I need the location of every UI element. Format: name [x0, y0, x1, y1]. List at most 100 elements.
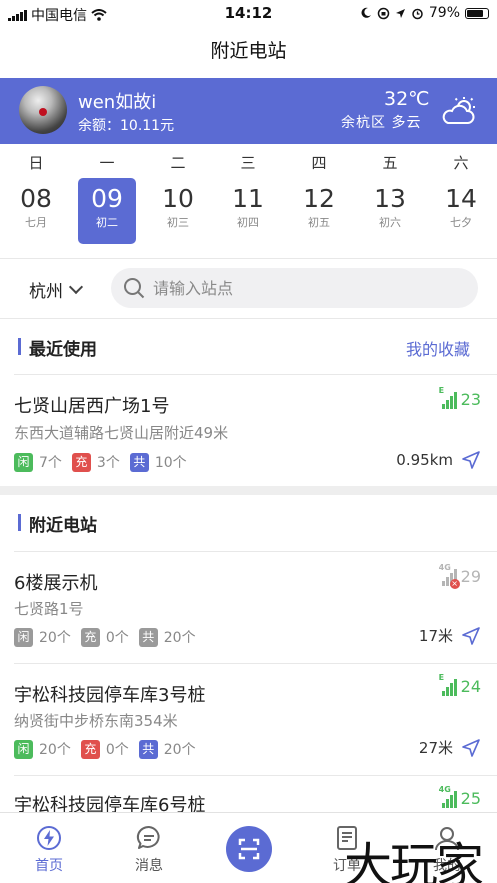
signal-value: 25 — [460, 789, 481, 808]
divider — [14, 663, 497, 664]
message-icon — [136, 825, 162, 851]
weekday-tue: 二 — [170, 154, 186, 172]
signal-bars-icon: E — [439, 673, 457, 696]
balance-text: 余额：10.11元 — [78, 118, 175, 134]
city-selector[interactable]: 杭州 — [29, 277, 84, 302]
signal-value: 23 — [460, 390, 481, 409]
lunar-date: 初五 — [308, 216, 330, 229]
scan-button[interactable] — [226, 826, 272, 872]
station-name: 宇松科技园停车库3号桩 — [14, 685, 206, 706]
idle-count: 20个 — [39, 630, 71, 646]
avatar[interactable] — [19, 86, 67, 134]
distance-text: 0.95km — [396, 451, 453, 469]
lunar-date: 初三 — [167, 216, 189, 229]
search-icon — [124, 278, 145, 299]
navigate-arrow-icon[interactable] — [461, 626, 481, 646]
day-number: 14 — [445, 184, 477, 213]
day-cell[interactable]: 11 初四 — [219, 178, 277, 244]
signal-bars-offline-icon: 4G × — [439, 563, 460, 589]
idle-tag: 闲 — [14, 627, 33, 647]
station-card[interactable]: 宇松科技园停车库6号桩 4G 25 — [0, 777, 497, 812]
offline-badge-icon: × — [449, 579, 460, 589]
station-address: 纳贤街中步桥东南354米 — [14, 712, 178, 730]
distance-text: 17米 — [418, 627, 453, 645]
day-number: 13 — [374, 184, 406, 213]
divider — [14, 551, 497, 552]
idle-count: 7个 — [39, 455, 62, 471]
shared-count: 20个 — [163, 742, 196, 758]
my-favorites-link[interactable]: 我的收藏 — [406, 336, 470, 360]
watermark-text: 大玩家 — [344, 838, 484, 883]
day-cell[interactable]: 14 七夕 — [432, 178, 490, 244]
battery-percent: 79% — [428, 5, 460, 21]
location-arrow-icon — [395, 8, 405, 18]
station-name: 6楼展示机 — [14, 573, 98, 594]
divider — [0, 258, 497, 259]
day-cell-selected[interactable]: 09 初二 — [78, 178, 136, 244]
scan-icon — [238, 838, 260, 860]
location-weather: 余杭区 多云 — [341, 115, 422, 131]
cloud-sun-icon — [442, 97, 475, 124]
weekday-thu: 四 — [311, 154, 327, 172]
station-address: 七贤路1号 — [14, 600, 84, 618]
station-address: 东西大道辅路七贤山居附近49米 — [14, 424, 229, 442]
weekday-sat: 六 — [453, 154, 469, 172]
day-cell[interactable]: 12 初五 — [290, 178, 348, 244]
charging-tag: 充 — [71, 452, 91, 472]
tab-home[interactable]: 首页 — [14, 813, 84, 875]
date-selector: 日 一 二 三 四 五 六 08 七月 09 初二 10 初三 11 初四 12 初五 1… — [0, 144, 497, 260]
shared-tag: 共 — [129, 452, 149, 472]
battery-icon — [465, 7, 489, 19]
city-label: 杭州 — [29, 282, 63, 302]
station-name: 七贤山居西广场1号 — [14, 396, 170, 417]
availability-tags: 闲 20个 充 0个 共 20个 — [14, 627, 200, 647]
station-card[interactable]: 宇松科技园停车库3号桩 纳贤街中步桥东南354米 闲 20个 充 0个 共 20个 E… — [0, 665, 497, 775]
day-number: 12 — [303, 184, 335, 213]
app-screen: { "status_bar": { "carrier": "中国电信", "ti… — [0, 0, 497, 883]
signal-indicator: 4G 25 — [439, 785, 481, 808]
day-number: 10 — [162, 184, 194, 213]
day-cell[interactable]: 10 初三 — [149, 178, 207, 244]
network-type: 4G — [438, 563, 451, 572]
status-right: 79% — [360, 5, 489, 21]
navigate-arrow-icon[interactable] — [461, 450, 481, 470]
search-input[interactable] — [153, 278, 453, 298]
station-card[interactable]: 6楼展示机 七贤路1号 闲 20个 充 0个 共 20个 4G × 29 17米 — [0, 553, 497, 663]
section-accent-bar — [18, 514, 21, 531]
signal-indicator: 4G × 29 — [439, 563, 481, 589]
network-type: 4G — [438, 785, 451, 794]
section-gap — [0, 486, 497, 495]
home-bolt-icon — [36, 825, 62, 851]
charging-tag: 充 — [80, 739, 100, 759]
weekday-wed: 三 — [240, 154, 256, 172]
station-card-recent[interactable]: 七贤山居西广场1号 东西大道辅路七贤山居附近49米 闲 7个 充 3个 共 10个 E… — [0, 376, 497, 486]
weekday-mon: 一 — [99, 154, 115, 172]
day-cell[interactable]: 13 初六 — [361, 178, 419, 244]
search-bar[interactable] — [111, 268, 478, 308]
signal-indicator: E 24 — [439, 673, 481, 696]
day-number: 08 — [20, 184, 52, 213]
tab-label: 首页 — [35, 858, 63, 874]
profile-banner[interactable]: wen如故i 余额：10.11元 32℃ 余杭区 多云 — [0, 78, 497, 144]
nearby-section-title: 附近电站 — [29, 516, 97, 536]
recent-section-title: 最近使用 — [29, 340, 97, 360]
charging-count: 0个 — [105, 630, 129, 646]
lunar-date: 七月 — [25, 216, 47, 229]
day-number: 11 — [232, 184, 264, 213]
idle-tag: 闲 — [14, 452, 33, 472]
tab-messages[interactable]: 消息 — [114, 813, 184, 875]
divider — [14, 775, 497, 776]
charging-tag: 充 — [80, 627, 100, 647]
shared-count: 10个 — [154, 455, 187, 471]
idle-tag: 闲 — [14, 739, 33, 759]
idle-count: 20个 — [39, 742, 71, 758]
day-cell[interactable]: 08 七月 — [7, 178, 65, 244]
tab-label: 消息 — [135, 858, 163, 874]
alarm-icon — [412, 8, 423, 19]
network-type: E — [438, 673, 445, 682]
page-title: 附近电站 — [210, 40, 287, 62]
network-type: E — [438, 386, 445, 395]
navigate-arrow-icon[interactable] — [461, 738, 481, 758]
chevron-down-icon — [68, 279, 84, 295]
divider — [0, 318, 497, 319]
